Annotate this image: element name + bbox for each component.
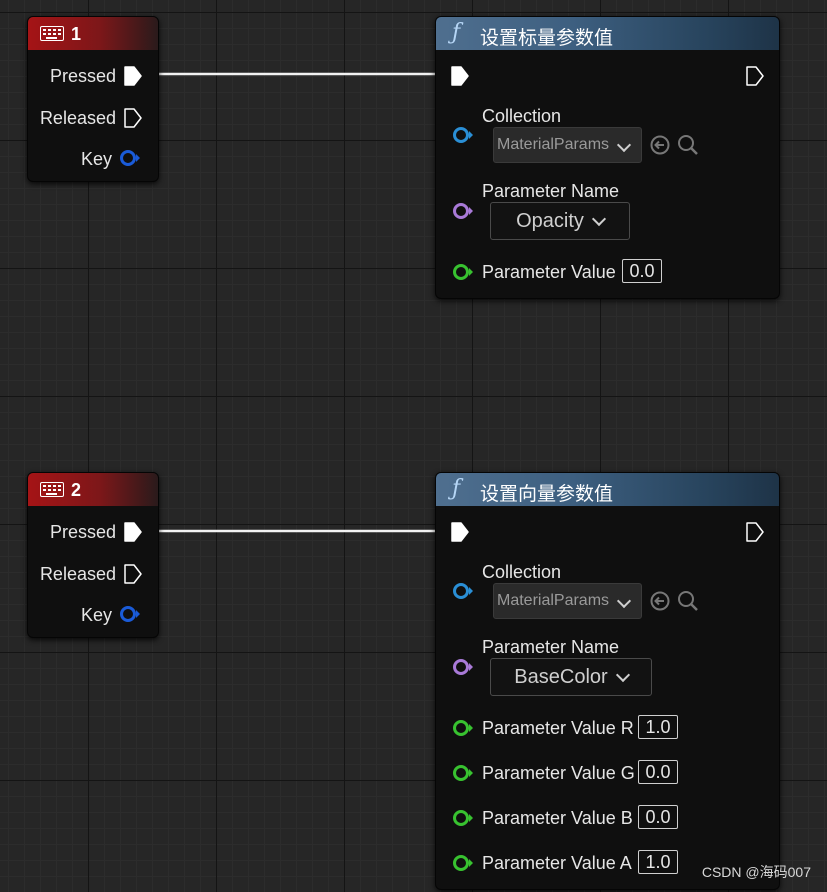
param-value-g-in-pin[interactable] <box>452 764 476 782</box>
param-value-a-input[interactable]: 1.0 <box>638 850 678 874</box>
browse-back-icon[interactable] <box>649 590 671 612</box>
exec-out-pin[interactable] <box>745 521 765 543</box>
browse-back-icon[interactable] <box>649 134 671 156</box>
param-name-in-pin[interactable] <box>452 658 476 676</box>
param-value-b-label: Parameter Value B <box>482 808 633 828</box>
pin-label-released: Released <box>39 564 116 584</box>
key-out-pin[interactable] <box>119 605 143 623</box>
pin-label-pressed: Pressed <box>49 522 116 542</box>
chevron-down-icon <box>615 667 630 682</box>
collection-value: MaterialParams <box>497 136 610 153</box>
exec-in-pin[interactable] <box>450 521 470 543</box>
collection-value: MaterialParams <box>497 592 610 609</box>
function-icon: ƒ <box>452 20 461 45</box>
function-icon: ƒ <box>452 476 461 501</box>
pin-label-key: Key <box>80 605 112 625</box>
pin-label-key: Key <box>80 149 112 169</box>
node-header[interactable]: 2 <box>28 473 158 506</box>
param-value-g-label: Parameter Value G <box>482 763 635 783</box>
pin-label-released: Released <box>39 108 116 128</box>
param-value-label: Parameter Value <box>482 262 616 282</box>
search-icon[interactable] <box>676 589 700 613</box>
param-name-value: BaseColor <box>514 665 608 688</box>
collection-dropdown[interactable]: MaterialParams <box>493 127 642 163</box>
keyboard-icon <box>40 26 64 41</box>
param-value-in-pin[interactable] <box>452 263 476 281</box>
param-value-b-input[interactable]: 0.0 <box>638 805 678 829</box>
exec-in-pin[interactable] <box>450 65 470 87</box>
node-header[interactable]: 1 <box>28 17 158 50</box>
param-name-value: Opacity <box>516 209 584 232</box>
key-event-node-2[interactable]: 2 Pressed Released Key <box>27 472 159 638</box>
param-name-dropdown[interactable]: Opacity <box>490 202 630 240</box>
node-header[interactable]: ƒ 设置标量参数值 <box>436 17 779 50</box>
node-title: 2 <box>71 480 82 500</box>
exec-out-pin-released[interactable] <box>123 563 143 585</box>
param-name-dropdown[interactable]: BaseColor <box>490 658 652 696</box>
param-name-label: Parameter Name <box>482 637 620 657</box>
pin-label-pressed: Pressed <box>49 66 116 86</box>
node-title: 1 <box>71 24 82 44</box>
chevron-down-icon <box>616 137 632 153</box>
param-value-input[interactable]: 0.0 <box>622 259 662 283</box>
search-icon[interactable] <box>676 133 700 157</box>
set-scalar-param-node[interactable]: ƒ 设置标量参数值 Collection MaterialParams Para… <box>435 16 780 299</box>
exec-out-pin[interactable] <box>745 65 765 87</box>
key-event-node-1[interactable]: 1 Pressed Released Key <box>27 16 159 182</box>
exec-out-pin-pressed[interactable] <box>123 521 143 543</box>
collection-in-pin[interactable] <box>452 126 476 144</box>
param-value-a-label: Parameter Value A <box>482 853 632 873</box>
chevron-down-icon <box>591 211 606 226</box>
collection-dropdown[interactable]: MaterialParams <box>493 583 642 619</box>
key-out-pin[interactable] <box>119 149 143 167</box>
watermark: CSDN @海码007 <box>701 864 811 880</box>
set-vector-param-node[interactable]: ƒ 设置向量参数值 Collection MaterialParams Para… <box>435 472 780 890</box>
collection-in-pin[interactable] <box>452 582 476 600</box>
param-value-r-input[interactable]: 1.0 <box>638 715 678 739</box>
param-value-r-label: Parameter Value R <box>482 718 634 738</box>
chevron-down-icon <box>616 593 632 609</box>
param-name-in-pin[interactable] <box>452 202 476 220</box>
param-value-b-in-pin[interactable] <box>452 809 476 827</box>
exec-out-pin-pressed[interactable] <box>123 65 143 87</box>
collection-label: Collection <box>482 562 562 582</box>
exec-out-pin-released[interactable] <box>123 107 143 129</box>
node-title: 设置向量参数值 <box>480 484 614 505</box>
node-header[interactable]: ƒ 设置向量参数值 <box>436 473 779 506</box>
keyboard-icon <box>40 482 64 497</box>
node-title: 设置标量参数值 <box>480 28 614 49</box>
param-name-label: Parameter Name <box>482 181 620 201</box>
param-value-r-in-pin[interactable] <box>452 719 476 737</box>
param-value-g-input[interactable]: 0.0 <box>638 760 678 784</box>
collection-label: Collection <box>482 106 562 126</box>
param-value-a-in-pin[interactable] <box>452 854 476 872</box>
